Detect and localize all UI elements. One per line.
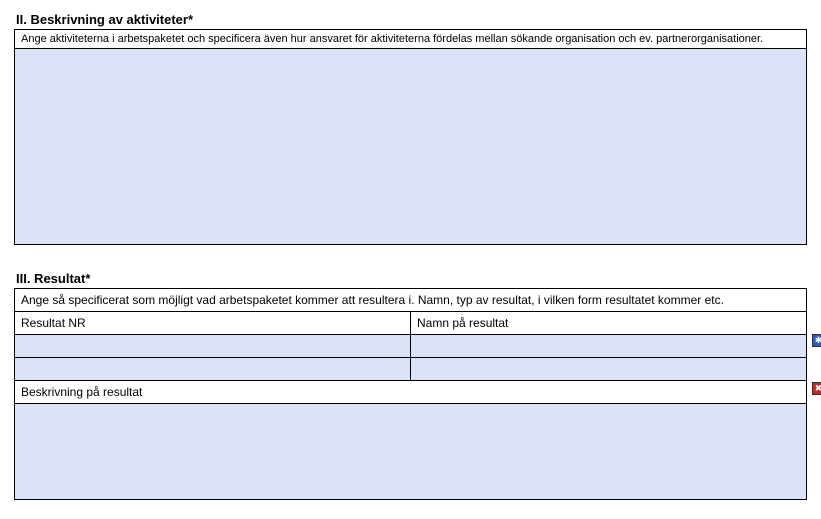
section2-heading: II. Beskrivning av aktiviteter* — [16, 12, 807, 27]
result-desc-textarea[interactable] — [15, 404, 806, 499]
section3-table-wrap: Ange så specificerat som möjligt vad arb… — [14, 288, 807, 500]
result-name-input[interactable] — [411, 335, 807, 358]
section2-box: Ange aktiviteterna i arbetspaketet och s… — [14, 29, 807, 245]
delete-row-icon[interactable]: ✖ — [812, 382, 821, 395]
col-header-nr: Resultat NR — [15, 312, 411, 335]
result-name-input[interactable] — [411, 358, 807, 381]
results-header-row: Resultat NR Namn på resultat — [15, 312, 807, 335]
section3-heading: III. Resultat* — [16, 271, 807, 286]
results-table: Ange så specificerat som möjligt vad arb… — [14, 288, 807, 500]
section3-instruction: Ange så specificerat som möjligt vad arb… — [15, 289, 807, 312]
col-header-name: Namn på resultat — [411, 312, 807, 335]
table-row — [15, 335, 807, 358]
section2-instruction: Ange aktiviteterna i arbetspaketet och s… — [15, 30, 806, 49]
result-nr-input[interactable] — [15, 335, 411, 358]
add-row-icon[interactable]: ✱ — [812, 334, 821, 347]
result-desc-heading: Beskrivning på resultat — [15, 381, 807, 404]
section2-textarea[interactable] — [15, 49, 806, 244]
result-nr-input[interactable] — [15, 358, 411, 381]
table-row — [15, 358, 807, 381]
